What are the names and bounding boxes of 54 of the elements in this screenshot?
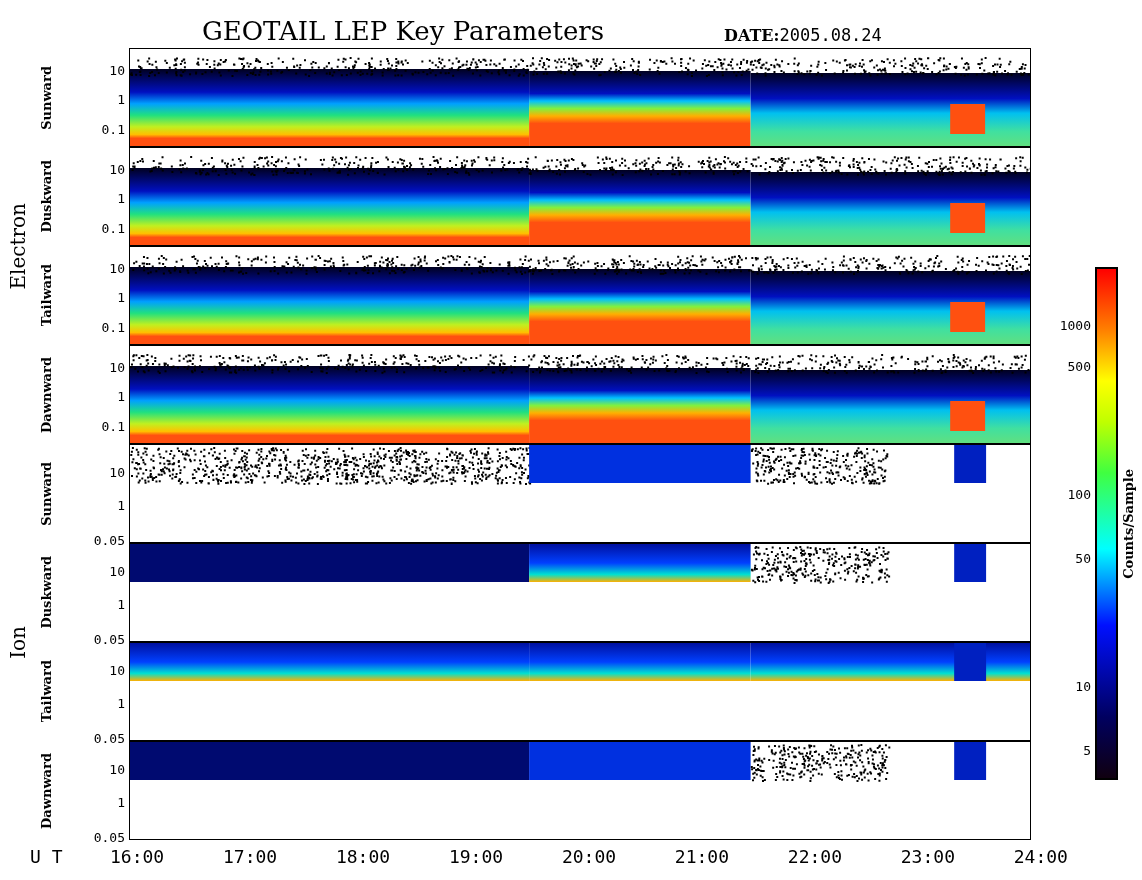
y-tick-label: 10: [109, 465, 125, 479]
date-label: DATE:: [724, 28, 780, 44]
x-tick-label: 22:00: [787, 848, 842, 866]
y-tick-label: 1: [117, 191, 125, 205]
y-tick-label: 1: [117, 92, 125, 106]
colorbar-tick-label: 1000: [1059, 318, 1091, 332]
y-tick-label: 0.05: [93, 632, 125, 646]
y-tick-label: 1: [117, 389, 125, 403]
x-tick-label: 18:00: [335, 848, 391, 866]
y-tick-label: 1: [117, 290, 125, 304]
y-tick-label: 10: [109, 564, 125, 578]
panel-label: Duskward: [38, 556, 56, 629]
colorbar-label: Counts/Sample: [1120, 468, 1138, 579]
x-tick-label: 21:00: [674, 848, 730, 866]
panel-label: Dawnward: [38, 356, 56, 433]
colorbar-tick-label: 50: [1075, 551, 1091, 565]
y-tick-label: 10: [109, 261, 125, 275]
y-tick-label: 0.05: [93, 533, 125, 547]
x-tick-label: 19:00: [448, 848, 504, 866]
panel-label: Duskward: [38, 160, 56, 233]
x-tick-label: 16:00: [110, 848, 165, 866]
y-tick-label: 0.1: [101, 320, 125, 334]
plot-title: GEOTAIL LEP Key Parameters: [202, 18, 605, 44]
panel-label: Sunward: [38, 65, 56, 130]
y-tick-label: 1: [117, 498, 125, 512]
x-axis-label: U T: [29, 848, 64, 866]
panel-label: Sunward: [38, 461, 56, 526]
y-tick-label: 0.1: [101, 419, 125, 433]
colorbar-tick-label: 100: [1067, 487, 1091, 501]
panel-label: Tailward: [38, 660, 56, 723]
x-tick-label: 20:00: [561, 848, 617, 866]
x-tick-label: 24:00: [1013, 848, 1068, 866]
colorbar-tick-label: 10: [1075, 679, 1091, 693]
colorbar-tick-label: 5: [1083, 743, 1091, 757]
y-tick-label: 10: [109, 663, 125, 677]
y-tick-label: 1: [117, 696, 125, 710]
y-tick-label: 1: [117, 597, 125, 611]
y-tick-label: 10: [109, 762, 125, 776]
x-tick-label: 17:00: [222, 848, 278, 866]
y-tick-label: 10: [109, 360, 125, 374]
colorbar-tick-label: 500: [1067, 359, 1091, 373]
y-tick-label: 0.1: [101, 221, 125, 235]
y-tick-label: 0.05: [93, 731, 125, 745]
y-tick-label: 0.1: [101, 122, 125, 136]
group-label: Electron: [5, 202, 31, 290]
x-tick-label: 23:00: [900, 848, 955, 866]
y-tick-label: 1: [117, 795, 125, 809]
panel-label: Dawnward: [38, 752, 56, 829]
y-tick-label: 0.05: [93, 830, 125, 844]
y-tick-label: 10: [109, 162, 125, 176]
panel-label: Tailward: [38, 264, 56, 327]
y-tick-label: 10: [109, 63, 125, 77]
group-label: Ion: [5, 625, 31, 659]
date-value: 2005.08.24: [779, 27, 882, 44]
